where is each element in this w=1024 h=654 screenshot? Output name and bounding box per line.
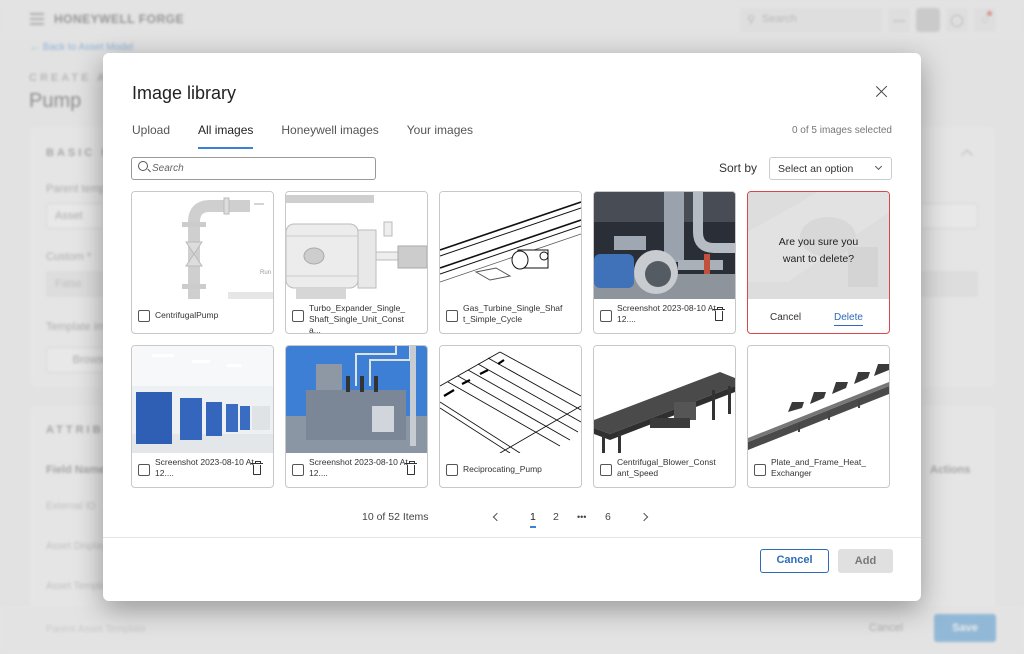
image-tile[interactable]: Turbo_Expander_Single_Shaft_Single_Unit_…: [285, 191, 428, 334]
image-tile[interactable]: Plate_and_Frame_Heat_Exchanger: [747, 345, 890, 488]
image-name: Centrifugal_Blower_Constant_Speed: [617, 457, 716, 478]
image-library-modal: Image library Upload All images Honeywel…: [103, 53, 921, 601]
image-name: Gas_Turbine_Single_Shaft_Simple_Cycle: [463, 303, 563, 324]
select-checkbox[interactable]: [446, 464, 458, 476]
footer-divider: [103, 537, 921, 538]
tab-honeywell-images[interactable]: Honeywell images: [281, 123, 378, 147]
tile-footer: Screenshot 2023-08-10 At 12....: [132, 454, 273, 487]
items-count: 10 of 52 Items: [362, 511, 429, 523]
image-name: Screenshot 2023-08-10 At 12....: [309, 457, 408, 478]
image-tile[interactable]: Centrifugal_Blower_Constant_Speed: [593, 345, 736, 488]
tile-footer: Turbo_Expander_Single_Shaft_Single_Unit_…: [286, 300, 427, 334]
select-checkbox[interactable]: [138, 464, 150, 476]
image-tile[interactable]: Reciprocating_Pump: [439, 345, 582, 488]
trash-icon[interactable]: [405, 461, 417, 475]
image-search-input[interactable]: [152, 160, 367, 177]
close-icon[interactable]: [873, 83, 891, 101]
image-tile[interactable]: Gas_Turbine_Single_Shaft_Simple_Cycle: [439, 191, 582, 334]
tab-bar: Upload All images Honeywell images Your …: [132, 123, 501, 149]
pump-diagram-thumbnail: Run: [132, 192, 273, 299]
trash-icon[interactable]: [713, 307, 725, 321]
select-checkbox[interactable]: [292, 464, 304, 476]
sort-select-value: Select an option: [778, 163, 854, 175]
tile-footer: Centrifugal_Blower_Constant_Speed: [594, 454, 735, 487]
modal-title: Image library: [132, 83, 237, 103]
cancel-button[interactable]: Cancel: [760, 549, 829, 573]
tab-your-images[interactable]: Your images: [407, 123, 473, 147]
select-checkbox[interactable]: [600, 464, 612, 476]
chevron-down-icon: [874, 162, 883, 171]
tile-footer: Plate_and_Frame_Heat_Exchanger: [748, 454, 889, 487]
chain-conveyor-3d-thumbnail: [748, 346, 889, 453]
selection-count: 0 of 5 images selected: [791, 125, 892, 136]
motor-diagram-thumbnail: [286, 192, 427, 299]
image-tile-delete-confirm: Are you sure you want to delete? Cancel …: [747, 191, 890, 334]
image-name: Plate_and_Frame_Heat_Exchanger: [771, 457, 866, 478]
tile-footer: Cancel Delete: [748, 300, 889, 333]
delete-confirm-line-1: Are you sure you: [778, 236, 859, 248]
conveyor-3d-thumbnail: [594, 346, 735, 453]
image-name: Screenshot 2023-08-10 At 12....: [155, 457, 254, 478]
tab-all-images[interactable]: All images: [198, 123, 254, 149]
tile-footer: Gas_Turbine_Single_Shaft_Simple_Cycle: [440, 300, 581, 333]
delete-confirm-line-2: want to delete?: [782, 253, 855, 265]
add-button[interactable]: Add: [838, 549, 893, 573]
select-checkbox[interactable]: [446, 310, 458, 322]
tile-footer: CentrifugalPump: [132, 300, 273, 333]
image-search: [131, 157, 376, 180]
page-6-button[interactable]: 6: [605, 511, 611, 523]
image-name: Screenshot 2023-08-10 At 12....: [617, 303, 716, 324]
image-name: Reciprocating_Pump: [463, 464, 542, 474]
chevron-left-icon[interactable]: [492, 512, 502, 522]
image-tile[interactable]: Screenshot 2023-08-10 At 12....: [593, 191, 736, 334]
tile-footer: Reciprocating_Pump: [440, 454, 581, 487]
select-checkbox[interactable]: [600, 310, 612, 322]
pagination: 10 of 52 Items 1 2 ••• 6: [362, 509, 662, 529]
image-tile[interactable]: Run CentrifugalPump: [131, 191, 274, 334]
select-checkbox[interactable]: [138, 310, 150, 322]
grey-machine-photo-thumbnail: Are you sure you want to delete?: [748, 192, 889, 299]
page-1-button[interactable]: 1: [530, 511, 536, 528]
image-tile[interactable]: Screenshot 2023-08-10 At 12....: [285, 345, 428, 488]
select-checkbox[interactable]: [754, 464, 766, 476]
select-checkbox[interactable]: [292, 310, 304, 322]
tab-upload[interactable]: Upload: [132, 123, 170, 147]
chevron-right-icon[interactable]: [639, 512, 649, 522]
svg-text:Run: Run: [260, 270, 271, 276]
roller-drawing-thumbnail: [440, 346, 581, 453]
image-tile[interactable]: Screenshot 2023-08-10 At 12....: [131, 345, 274, 488]
substation-photo-thumbnail: [286, 346, 427, 453]
page-2-button[interactable]: 2: [553, 511, 559, 523]
delete-confirm-message: Are you sure you want to delete?: [748, 234, 889, 268]
cleanroom-photo-thumbnail: [132, 346, 273, 453]
image-grid: Run CentrifugalPump Turbo_Expander_Singl…: [131, 191, 891, 488]
rail-drawing-thumbnail: [440, 192, 581, 299]
industrial-pump-photo-thumbnail: [594, 192, 735, 299]
trash-icon[interactable]: [251, 461, 263, 475]
image-name: Turbo_Expander_Single_Shaft_Single_Unit_…: [309, 303, 406, 334]
page-ellipsis[interactable]: •••: [577, 512, 586, 522]
search-icon: [138, 161, 148, 171]
tile-footer: Screenshot 2023-08-10 At 12....: [594, 300, 735, 333]
confirm-delete-button[interactable]: Delete: [834, 312, 863, 326]
image-name: CentrifugalPump: [155, 310, 219, 320]
sort-by-label: Sort by: [719, 161, 758, 175]
sort-select[interactable]: Select an option: [769, 157, 892, 180]
tile-footer: Screenshot 2023-08-10 At 12....: [286, 454, 427, 487]
confirm-cancel-button[interactable]: Cancel: [770, 312, 801, 323]
